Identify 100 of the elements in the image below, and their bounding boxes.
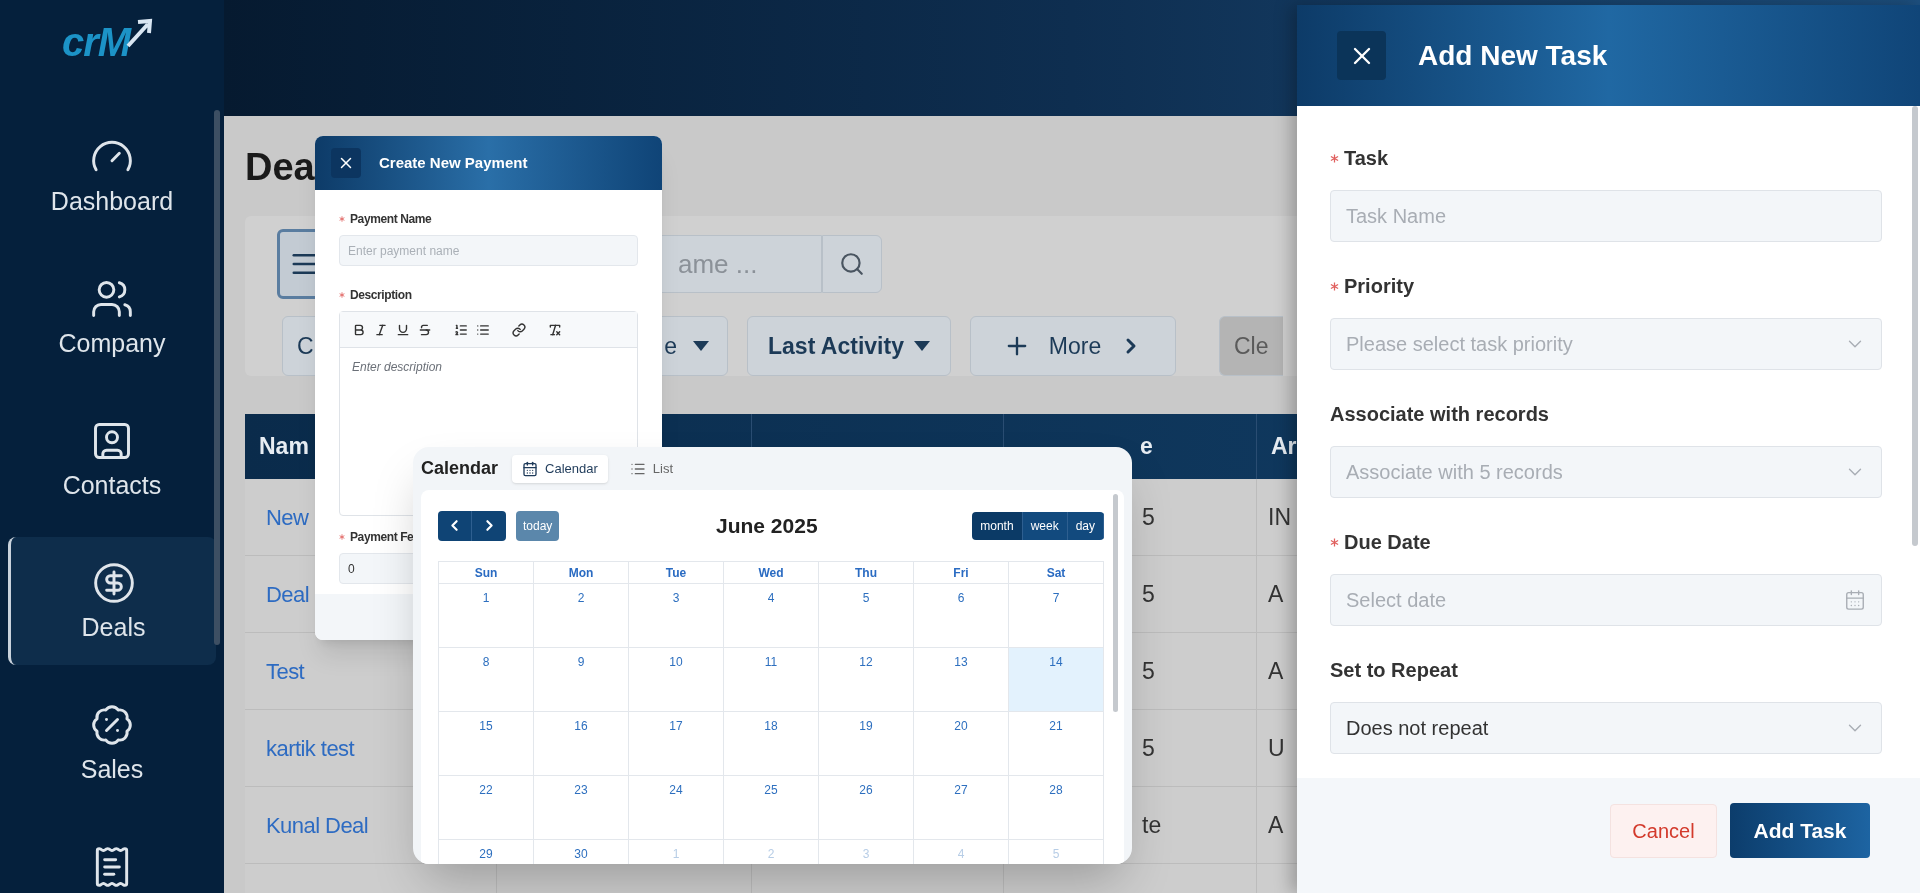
editor-placeholder: Enter description [352, 360, 443, 374]
link-icon[interactable] [512, 322, 526, 337]
close-button[interactable] [331, 148, 361, 178]
calendar-icon [1844, 589, 1866, 611]
weekday-header: Tue [665, 564, 687, 582]
day-cell[interactable]: 1 [439, 584, 534, 648]
close-button[interactable] [1337, 31, 1386, 80]
sidebar-item[interactable]: Sales [8, 679, 216, 807]
day-cell[interactable]: 10 [629, 648, 724, 712]
calendar-title: Calendar [421, 457, 499, 480]
day-cell[interactable]: 24 [629, 776, 724, 840]
day-cell[interactable]: 11 [724, 648, 819, 712]
column-header[interactable]: Nam [259, 429, 309, 464]
field-label: Description [350, 287, 412, 304]
today-button[interactable]: today [516, 510, 560, 541]
weekday-header: Fri [953, 564, 969, 582]
day-cell[interactable]: 18 [724, 712, 819, 776]
sidebar-item[interactable]: Company [8, 253, 216, 381]
panel-title: Add New Task [1418, 38, 1608, 73]
table-cell-text: A [1268, 810, 1284, 840]
logo[interactable]: crM [61, 18, 155, 66]
scrollbar[interactable] [1113, 494, 1118, 712]
day-cell[interactable]: 15 [439, 712, 534, 776]
caret-icon [693, 341, 709, 351]
field-label: Associate with records [1330, 402, 1549, 427]
deal-name-link[interactable]: Deal [266, 577, 310, 611]
day-cell[interactable]: 2 [534, 584, 629, 648]
weekday-header: Wed [758, 564, 784, 582]
bold-icon[interactable] [352, 322, 366, 337]
sidebar-item[interactable]: Deals [8, 537, 216, 665]
table-cell-text: te [1142, 810, 1162, 840]
weekday-header: Sat [1046, 564, 1066, 582]
field-label: Priority [1344, 274, 1415, 299]
scrollbar[interactable] [1912, 106, 1918, 546]
column-header[interactable]: e [1140, 429, 1153, 464]
month-title: June 2025 [716, 512, 818, 539]
clear-format-icon[interactable] [548, 322, 562, 337]
clear-button[interactable]: Cle [1219, 316, 1283, 376]
add-task-button[interactable]: Add Task [1730, 803, 1870, 858]
search-button[interactable] [822, 235, 882, 293]
view-mode-button[interactable]: day [1067, 511, 1104, 540]
day-cell[interactable]: 20 [914, 712, 1009, 776]
day-cell[interactable]: 25 [724, 776, 819, 840]
task-name-field[interactable]: Task Name [1330, 190, 1882, 242]
column-header[interactable]: Ar [1271, 429, 1297, 464]
day-cell[interactable]: 3 [629, 584, 724, 648]
table-cell-text: IN [1268, 502, 1291, 532]
weekday-header: Thu [855, 564, 877, 582]
strikethrough-icon[interactable] [418, 322, 432, 337]
field-label: Payment Fe [350, 529, 414, 546]
view-tab[interactable]: Calendar [512, 454, 608, 483]
day-cell[interactable]: 19 [819, 712, 914, 776]
deal-name-link[interactable]: New [266, 500, 309, 534]
day-cell[interactable]: 14 [1009, 648, 1104, 712]
filter-dropdown[interactable]: Last Activity [747, 316, 951, 376]
underline-icon[interactable] [396, 322, 410, 337]
day-cell[interactable]: 22 [439, 776, 534, 840]
day-cell[interactable]: 4 [724, 584, 819, 648]
deal-name-link[interactable]: kartik test [266, 731, 355, 765]
sales-icon [90, 703, 134, 747]
italic-icon[interactable] [374, 322, 388, 337]
day-cell[interactable]: 8 [439, 648, 534, 712]
day-cell[interactable]: 28 [1009, 776, 1104, 840]
day-cell[interactable]: 6 [914, 584, 1009, 648]
deal-name-link[interactable]: Kunal Deal [266, 808, 369, 842]
deal-name-link[interactable]: Test [266, 654, 305, 688]
day-cell[interactable]: 12 [819, 648, 914, 712]
bullet-list-icon[interactable] [476, 322, 490, 337]
text-field[interactable]: Enter payment name [339, 235, 638, 266]
sidebar-item[interactable]: Contacts [8, 395, 216, 523]
day-cell[interactable]: 5 [819, 584, 914, 648]
table-cell-text: 5 [1142, 656, 1155, 686]
day-cell[interactable]: 27 [914, 776, 1009, 840]
field-label: Payment Name [350, 211, 432, 228]
day-cell[interactable]: 23 [534, 776, 629, 840]
table-cell-text: 5 [1142, 502, 1155, 532]
day-cell[interactable]: 21 [1009, 712, 1104, 776]
day-cell[interactable]: 16 [534, 712, 629, 776]
previous-button[interactable] [438, 510, 472, 541]
calendar-icon [522, 460, 539, 477]
sidebar-item[interactable]: Dashboard [8, 111, 216, 239]
day-cell[interactable]: 30 [534, 840, 629, 864]
weekday-header: Sun [474, 564, 498, 582]
view-mode-button[interactable]: month [972, 511, 1023, 540]
scrollbar[interactable] [214, 110, 220, 645]
table-cell-text: 5 [1142, 579, 1155, 609]
day-cell[interactable]: 29 [439, 840, 534, 864]
table-cell-text: A [1268, 579, 1284, 609]
cancel-button[interactable]: Cancel [1610, 803, 1717, 858]
day-cell[interactable]: 26 [819, 776, 914, 840]
deals-icon [91, 561, 136, 605]
table-cell-text: 5 [1142, 733, 1155, 763]
day-cell[interactable]: 17 [629, 712, 724, 776]
next-button[interactable] [472, 510, 506, 541]
day-cell[interactable]: 9 [534, 648, 629, 712]
more-filters-button[interactable]: More [970, 316, 1176, 376]
view-mode-button[interactable]: week [1022, 511, 1068, 540]
select-field[interactable]: Does not repeat [1330, 702, 1882, 754]
numbered-list-icon[interactable] [454, 322, 468, 337]
field-label: Task [1344, 146, 1389, 171]
